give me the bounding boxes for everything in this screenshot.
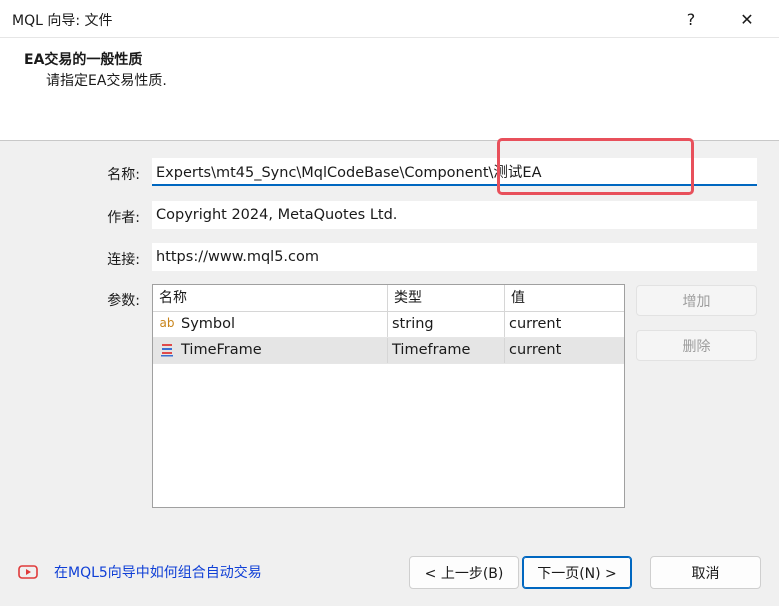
- column-header-name[interactable]: 名称: [153, 285, 388, 312]
- window-title: MQL 向导: 文件: [12, 13, 113, 29]
- param-type: string: [388, 312, 505, 337]
- help-video-link-text[interactable]: 在MQL5向导中如何组合自动交易: [54, 562, 262, 582]
- link-label: 连接:: [107, 252, 140, 268]
- param-type: Timeframe: [388, 338, 505, 363]
- param-value[interactable]: current: [505, 338, 624, 363]
- author-field[interactable]: Copyright 2024, MetaQuotes Ltd.: [152, 201, 757, 229]
- param-value[interactable]: current: [505, 312, 624, 337]
- help-button[interactable]: ?: [668, 0, 714, 38]
- author-label: 作者:: [107, 210, 140, 226]
- page-subtitle: 请指定EA交易性质.: [46, 73, 167, 89]
- params-label: 参数:: [107, 293, 140, 309]
- row-divider: [153, 363, 624, 364]
- column-header-value[interactable]: 值: [505, 285, 624, 312]
- params-table[interactable]: 名称 类型 值 ab Symbol string current TimeFra…: [152, 284, 625, 508]
- name-label: 名称:: [107, 167, 140, 183]
- next-button[interactable]: 下一页(N) >: [522, 556, 632, 589]
- cancel-button[interactable]: 取消: [650, 556, 761, 589]
- table-row[interactable]: TimeFrame Timeframe current: [153, 338, 624, 363]
- name-field[interactable]: Experts\mt45_Sync\MqlCodeBase\Component\…: [152, 158, 757, 186]
- back-button[interactable]: < 上一步(B): [409, 556, 519, 589]
- video-icon: [18, 565, 38, 579]
- add-param-button[interactable]: 增加: [636, 285, 757, 316]
- param-name: TimeFrame: [153, 338, 388, 363]
- help-video-link[interactable]: 在MQL5向导中如何组合自动交易: [18, 562, 262, 582]
- wizard-header: EA交易的一般性质 请指定EA交易性质.: [0, 38, 779, 141]
- param-name: Symbol: [153, 312, 388, 337]
- page-title: EA交易的一般性质: [24, 52, 143, 68]
- link-field[interactable]: https://www.mql5.com: [152, 243, 757, 271]
- delete-param-button[interactable]: 删除: [636, 330, 757, 361]
- table-header: 名称 类型 值: [153, 285, 624, 312]
- table-row[interactable]: ab Symbol string current: [153, 312, 624, 337]
- column-header-type[interactable]: 类型: [388, 285, 505, 312]
- close-button[interactable]: ✕: [724, 0, 770, 38]
- title-bar: MQL 向导: 文件 ? ✕: [0, 0, 779, 38]
